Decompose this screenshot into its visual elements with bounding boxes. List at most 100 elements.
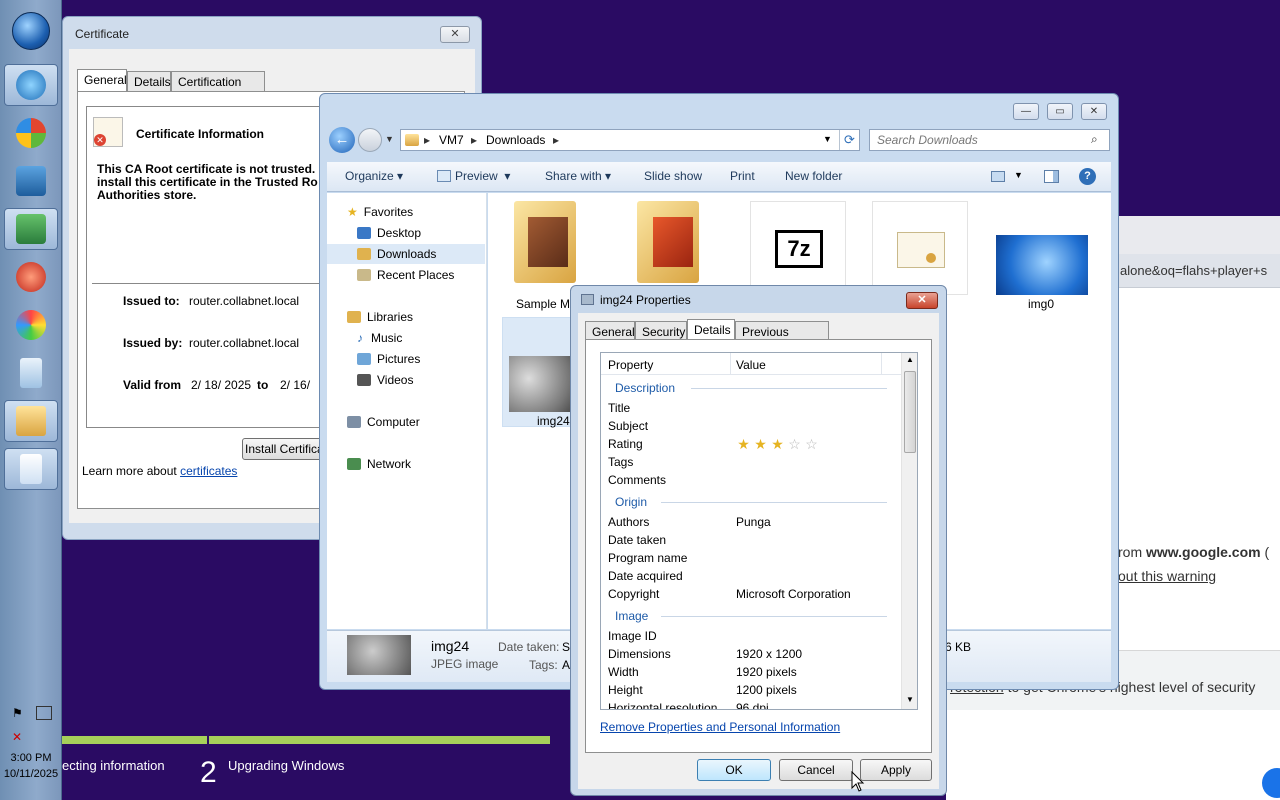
taskbar-paint-button[interactable] <box>4 304 58 346</box>
nav-desktop[interactable]: Desktop <box>327 223 485 243</box>
row-width[interactable]: Width <box>608 665 639 683</box>
taskbar-notepad-button[interactable] <box>4 448 58 490</box>
row-tags[interactable]: Tags <box>608 455 633 473</box>
row-image-id[interactable]: Image ID <box>608 629 657 647</box>
network-tray-icon[interactable] <box>36 706 52 720</box>
apply-button[interactable]: Apply <box>860 759 932 781</box>
column-header-value[interactable]: Value <box>736 358 766 372</box>
taskbar-network-button[interactable] <box>4 208 58 250</box>
star-filled-icon[interactable]: ★ <box>770 437 785 451</box>
tab-details[interactable]: Details <box>127 71 171 91</box>
scrollbar[interactable]: ▲ ▼ <box>901 353 917 709</box>
tab-details[interactable]: Details <box>687 319 735 341</box>
nav-recent-places[interactable]: Recent Places <box>327 265 485 285</box>
img0-thumbnail[interactable] <box>996 235 1088 295</box>
rating-stars[interactable]: ★ ★ ★ ☆ ☆ <box>736 437 821 452</box>
star-empty-icon[interactable]: ☆ <box>787 437 802 451</box>
address-bar[interactable]: ▸ VM7 ▸ Downloads ▸ ▼ ⟳ <box>400 129 860 151</box>
nav-favorites[interactable]: ★ Favorites <box>327 202 485 222</box>
nav-downloads[interactable]: Downloads <box>327 244 485 264</box>
file-item-folder2[interactable] <box>633 197 713 287</box>
ok-button[interactable]: OK <box>697 759 771 781</box>
preview-button[interactable]: Preview ▾ <box>455 169 510 183</box>
refresh-icon[interactable]: ⟳ <box>844 132 855 148</box>
value-copyright[interactable]: Microsoft Corporation <box>736 587 851 601</box>
value-horizontal-resolution[interactable]: 96 dpi <box>736 701 769 709</box>
organize-button[interactable]: Organize ▾ <box>345 169 403 183</box>
taskbar-explorer-button[interactable] <box>4 400 58 442</box>
nav-music[interactable]: ♪ Music <box>327 328 485 348</box>
row-authors[interactable]: Authors <box>608 515 649 533</box>
row-dimensions[interactable]: Dimensions <box>608 647 671 665</box>
close-button[interactable]: ✕ <box>1081 103 1107 120</box>
row-title[interactable]: Title <box>608 401 630 419</box>
row-rating[interactable]: Rating <box>608 437 643 455</box>
cancel-button[interactable]: Cancel <box>779 759 853 781</box>
new-folder-button[interactable]: New folder <box>785 169 842 183</box>
nav-network[interactable]: Network <box>327 454 485 474</box>
file-item-sample[interactable]: Sample M <box>506 197 586 311</box>
tab-general[interactable]: General <box>77 69 127 91</box>
star-filled-icon[interactable]: ★ <box>736 437 751 451</box>
slide-show-button[interactable]: Slide show <box>644 169 702 183</box>
row-height[interactable]: Height <box>608 683 643 701</box>
row-date-taken[interactable]: Date taken <box>608 533 666 551</box>
clock-time[interactable]: 3:00 PM <box>0 752 62 764</box>
value-width[interactable]: 1920 pixels <box>736 665 797 679</box>
forward-arrow-icon[interactable] <box>358 128 382 152</box>
value-dimensions[interactable]: 1920 x 1200 <box>736 647 802 661</box>
maximize-button[interactable]: ▭ <box>1047 103 1073 120</box>
row-comments[interactable]: Comments <box>608 473 666 491</box>
file-item-certificate[interactable] <box>872 201 968 295</box>
taskbar-media-button[interactable] <box>4 256 58 298</box>
star-filled-icon[interactable]: ★ <box>753 437 768 451</box>
value-authors[interactable]: Punga <box>736 515 771 529</box>
search-icon[interactable]: ⌕ <box>1091 132 1098 147</box>
file-item-7z[interactable]: 7z <box>750 201 846 295</box>
properties-close-button[interactable]: ✕ <box>906 292 938 309</box>
preview-pane-icon[interactable] <box>1044 170 1059 183</box>
volume-muted-icon[interactable]: ✕ <box>12 730 22 744</box>
minimize-button[interactable]: — <box>1013 103 1039 120</box>
nav-videos[interactable]: Videos <box>327 370 485 390</box>
certificates-link[interactable]: certificates <box>180 464 237 478</box>
tab-security[interactable]: Security <box>635 321 687 341</box>
nav-computer[interactable]: Computer <box>327 412 485 432</box>
breadcrumb-vm7[interactable]: VM7 <box>439 133 464 147</box>
value-height[interactable]: 1200 pixels <box>736 683 797 697</box>
breadcrumb-downloads[interactable]: Downloads <box>486 133 545 147</box>
star-empty-icon[interactable]: ☆ <box>804 437 819 451</box>
row-copyright[interactable]: Copyright <box>608 587 659 605</box>
share-with-button[interactable]: Share with ▾ <box>545 169 611 183</box>
flag-icon[interactable]: ⚑ <box>12 706 26 720</box>
address-dropdown-icon[interactable]: ▼ <box>823 134 832 144</box>
taskbar-windows-button[interactable] <box>4 112 58 154</box>
certificate-close-button[interactable]: ✕ <box>440 26 470 43</box>
start-button[interactable] <box>12 12 50 50</box>
scrollbar-thumb[interactable] <box>904 371 916 453</box>
column-header-property[interactable]: Property <box>608 358 653 372</box>
views-dropdown-icon[interactable]: ▼ <box>1014 170 1023 180</box>
chrome-fab-button[interactable] <box>1262 768 1280 798</box>
back-arrow-icon[interactable]: ← <box>329 127 355 153</box>
taskbar-ie-button[interactable] <box>4 64 58 106</box>
nav-libraries[interactable]: Libraries <box>327 307 485 327</box>
help-icon[interactable]: ? <box>1079 168 1096 185</box>
clock-date[interactable]: 10/11/2025 <box>0 768 62 780</box>
history-dropdown-icon[interactable]: ▼ <box>385 134 394 144</box>
taskbar-document-button[interactable] <box>4 352 58 394</box>
chrome-warning-link[interactable]: out this warning <box>1118 568 1216 584</box>
row-subject[interactable]: Subject <box>608 419 648 437</box>
row-program-name[interactable]: Program name <box>608 551 687 569</box>
tab-certification-path[interactable]: Certification Path <box>171 71 265 103</box>
print-button[interactable]: Print <box>730 169 755 183</box>
tab-previous-versions[interactable]: Previous Versions <box>735 321 829 353</box>
scroll-up-icon[interactable]: ▲ <box>906 355 914 364</box>
remove-properties-link[interactable]: Remove Properties and Personal Informati… <box>600 720 840 734</box>
search-input[interactable]: Search Downloads <box>869 129 1110 151</box>
row-horizontal-resolution[interactable]: Horizontal resolution <box>608 701 717 709</box>
tab-general[interactable]: General <box>585 321 635 341</box>
row-date-acquired[interactable]: Date acquired <box>608 569 683 587</box>
chrome-address-bar[interactable]: alone&oq=flahs+player+s <box>1118 254 1280 288</box>
views-icon[interactable] <box>991 171 1005 182</box>
